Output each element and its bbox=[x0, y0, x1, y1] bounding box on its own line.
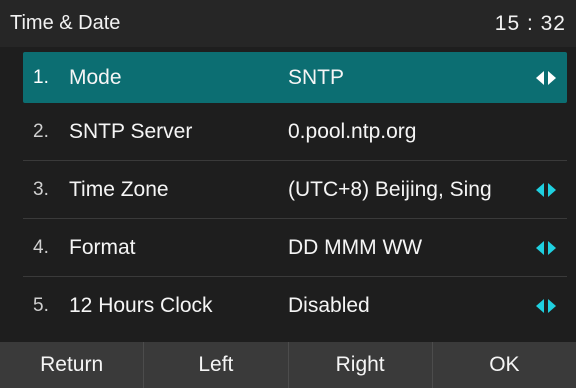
clock: 15 : 32 bbox=[494, 11, 566, 35]
setting-row-sntp-server[interactable]: 2. SNTP Server 0.pool.ntp.org bbox=[0, 103, 576, 161]
row-number: 3. bbox=[33, 179, 49, 200]
arrow-right-icon[interactable] bbox=[548, 183, 556, 197]
value-switch[interactable] bbox=[536, 299, 556, 313]
row-number: 5. bbox=[33, 295, 49, 316]
right-softkey[interactable]: Right bbox=[289, 342, 433, 388]
row-label: 12 Hours Clock bbox=[69, 294, 213, 317]
value-switch[interactable] bbox=[536, 70, 556, 85]
page-title: Time & Date bbox=[10, 12, 121, 34]
value-switch[interactable] bbox=[536, 241, 556, 255]
row-value: DD MMM WW bbox=[288, 236, 423, 259]
title-bar: Time & Date 15 : 32 bbox=[0, 0, 576, 47]
setting-row-time-zone[interactable]: 3. Time Zone (UTC+8) Beijing, Sing bbox=[0, 161, 576, 219]
arrow-right-icon[interactable] bbox=[548, 299, 556, 313]
row-label: Time Zone bbox=[69, 178, 169, 201]
arrow-right-icon[interactable] bbox=[548, 241, 556, 255]
row-number: 1. bbox=[33, 66, 49, 88]
phone-screen: Time & Date 15 : 32 1. Mode SNTP 2. SNTP… bbox=[0, 0, 576, 388]
row-label: Format bbox=[69, 236, 136, 259]
row-number: 2. bbox=[33, 121, 49, 142]
arrow-left-icon[interactable] bbox=[536, 241, 544, 255]
row-number: 4. bbox=[33, 237, 49, 258]
left-softkey[interactable]: Left bbox=[144, 342, 289, 388]
row-label: SNTP Server bbox=[69, 120, 193, 143]
arrow-right-icon[interactable] bbox=[548, 70, 556, 85]
row-value: 0.pool.ntp.org bbox=[288, 120, 417, 143]
arrow-left-icon[interactable] bbox=[536, 299, 544, 313]
arrow-left-icon[interactable] bbox=[536, 70, 544, 85]
setting-row-format[interactable]: 4. Format DD MMM WW bbox=[0, 219, 576, 277]
return-softkey[interactable]: Return bbox=[0, 342, 145, 388]
softkey-bar: Return Left Right OK bbox=[0, 342, 576, 388]
arrow-left-icon[interactable] bbox=[536, 183, 544, 197]
ok-softkey[interactable]: OK bbox=[433, 342, 576, 388]
setting-row-12-hours-clock[interactable]: 5. 12 Hours Clock Disabled bbox=[0, 277, 576, 335]
settings-list: 1. Mode SNTP 2. SNTP Server 0.pool.ntp.o… bbox=[0, 47, 576, 335]
row-value: Disabled bbox=[288, 294, 370, 317]
value-switch[interactable] bbox=[536, 183, 556, 197]
row-label: Mode bbox=[69, 65, 122, 89]
row-value: (UTC+8) Beijing, Sing bbox=[288, 178, 492, 201]
row-value: SNTP bbox=[288, 65, 345, 89]
setting-row-mode[interactable]: 1. Mode SNTP bbox=[23, 52, 567, 103]
